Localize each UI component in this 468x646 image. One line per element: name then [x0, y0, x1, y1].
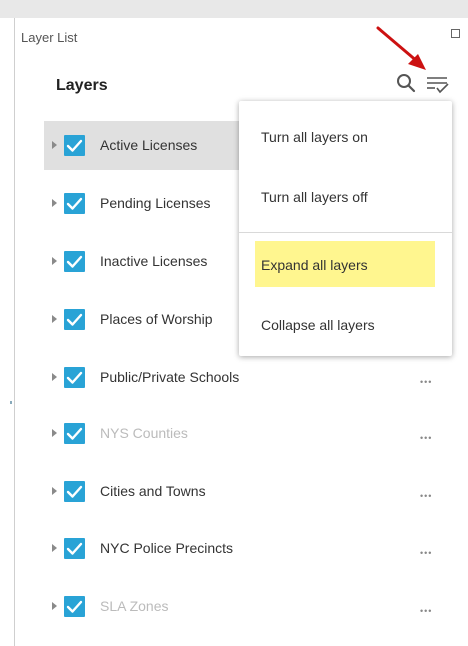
more-options-icon[interactable]: ••• [420, 602, 432, 620]
expand-caret-icon[interactable] [52, 257, 57, 265]
layer-label: Active Licenses [100, 137, 198, 153]
more-options-icon[interactable]: ••• [420, 544, 432, 562]
layer-visibility-checkbox[interactable] [64, 309, 85, 330]
layer-options-menu: Turn all layers on Turn all layers off E… [239, 101, 452, 356]
layer-row[interactable]: NYC Police Precincts ••• [44, 524, 464, 573]
more-options-icon[interactable]: ••• [420, 373, 432, 391]
menu-item-expand-all[interactable]: Expand all layers [261, 257, 368, 273]
layer-visibility-checkbox[interactable] [64, 193, 85, 214]
layer-row[interactable]: Active Licenses [44, 121, 242, 170]
layer-visibility-checkbox[interactable] [64, 251, 85, 272]
expand-caret-icon[interactable] [52, 315, 57, 323]
layer-visibility-checkbox[interactable] [64, 596, 85, 617]
layer-row[interactable]: Public/Private Schools ••• [44, 353, 464, 402]
checkmark-icon [66, 255, 83, 268]
checkmark-icon [66, 542, 83, 555]
layer-visibility-checkbox[interactable] [64, 135, 85, 156]
annotation-arrow-icon [376, 26, 426, 70]
more-options-icon[interactable]: ••• [420, 487, 432, 505]
more-options-icon[interactable]: ••• [420, 429, 432, 447]
layer-row[interactable]: NYS Counties ••• [44, 409, 464, 458]
layer-options-icon[interactable] [425, 72, 451, 96]
expand-caret-icon[interactable] [52, 373, 57, 381]
layer-label: Places of Worship [100, 311, 213, 327]
expand-caret-icon[interactable] [52, 199, 57, 207]
layer-label: Inactive Licenses [100, 253, 208, 269]
menu-item-collapse-all[interactable]: Collapse all layers [261, 317, 375, 333]
menu-item-turn-all-on[interactable]: Turn all layers on [261, 129, 368, 145]
checkmark-icon [66, 600, 83, 613]
layer-visibility-checkbox[interactable] [64, 538, 85, 559]
checkmark-icon [66, 197, 83, 210]
maximize-icon[interactable] [451, 29, 460, 38]
layer-label: Cities and Towns [100, 483, 206, 499]
menu-divider [239, 232, 452, 233]
layer-row[interactable]: Cities and Towns ••• [44, 467, 464, 516]
layer-label: NYC Police Precincts [100, 540, 234, 556]
expand-caret-icon[interactable] [52, 429, 57, 437]
layer-visibility-checkbox[interactable] [64, 423, 85, 444]
layer-visibility-checkbox[interactable] [64, 481, 85, 502]
layer-visibility-checkbox[interactable] [64, 367, 85, 388]
expand-caret-icon[interactable] [52, 602, 57, 610]
layer-label: SLA Zones [100, 598, 169, 614]
expand-caret-icon[interactable] [52, 141, 57, 149]
window-top-strip [0, 0, 468, 18]
layer-label: Public/Private Schools [100, 369, 240, 385]
search-icon[interactable] [396, 73, 416, 93]
layer-row[interactable]: SLA Zones ••• [44, 582, 464, 631]
checkmark-icon [66, 371, 83, 384]
checkmark-icon [66, 485, 83, 498]
checkmark-icon [66, 313, 83, 326]
edge-mark [10, 401, 12, 404]
layer-label: Pending Licenses [100, 195, 211, 211]
expand-caret-icon[interactable] [52, 487, 57, 495]
layer-label: NYS Counties [100, 425, 188, 441]
expand-caret-icon[interactable] [52, 544, 57, 552]
checkmark-icon [66, 427, 83, 440]
panel-title: Layer List [21, 30, 78, 45]
layers-title: Layers [56, 77, 108, 94]
checkmark-icon [66, 139, 83, 152]
menu-item-turn-all-off[interactable]: Turn all layers off [261, 189, 368, 205]
